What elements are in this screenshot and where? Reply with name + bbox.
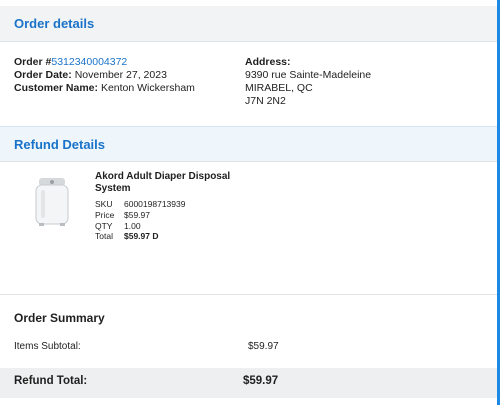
customer-name-value: Kenton Wickersham [100, 82, 195, 94]
price-label: Price [95, 209, 115, 220]
price-value: $59.97 [124, 209, 150, 220]
sku-row: SKU 6000198713939 [95, 199, 185, 210]
refund-details-title: Refund Details [14, 137, 106, 152]
item-total-label: Total [95, 231, 113, 242]
order-date-value: November 27, 2023 [74, 69, 167, 81]
refund-total-label: Refund Total: [14, 375, 88, 387]
sku-value: 6000198713939 [124, 199, 186, 209]
order-number-row: Order #5312340004372 [14, 56, 195, 69]
customer-name-row: Customer Name: Kenton Wickersham [14, 82, 195, 95]
diaper-disposal-bin-icon [35, 178, 69, 226]
address-block: Address: 9390 rue Sainte-Madeleine MIRAB… [245, 56, 371, 108]
order-date-row: Order Date: November 27, 2023 [14, 69, 195, 82]
item-specs: SKU 6000198713939 Price $59.97 QTY 1.00 … [95, 199, 185, 242]
order-details-header: Order details [0, 6, 497, 42]
items-subtotal-label: Items Subtotal: [14, 341, 81, 352]
qty-value: 1.00 [124, 220, 141, 231]
address-line: J7N 2N2 [245, 95, 286, 107]
item-title: Akord Adult Diaper Disposal System [95, 171, 231, 194]
order-date-label: Order Date: [14, 69, 72, 81]
item-total-value: $59.97 D [124, 231, 159, 242]
address-line: MIRABEL, QC [245, 82, 313, 94]
address-line: 9390 rue Sainte-Madeleine [245, 69, 372, 81]
total-row: Total $59.97 D [95, 231, 185, 242]
items-subtotal-value: $59.97 [248, 341, 279, 352]
order-summary-title: Order Summary [14, 311, 105, 325]
product-image [30, 172, 74, 230]
section-divider [0, 294, 497, 295]
refund-total-value: $59.97 [243, 375, 279, 387]
order-number-link[interactable]: 5312340004372 [51, 56, 127, 68]
customer-name-label: Customer Name: [14, 82, 99, 94]
qty-label: QTY [95, 220, 113, 231]
qty-row: QTY 1.00 [95, 221, 185, 232]
price-row: Price $59.97 [95, 210, 185, 221]
order-number-label: Order # [14, 56, 52, 68]
address-label: Address: [245, 56, 291, 68]
order-info: Order #5312340004372 Order Date: Novembe… [14, 56, 195, 95]
refund-details-header: Refund Details [0, 126, 497, 162]
order-details-title: Order details [14, 16, 95, 31]
sku-label: SKU [95, 199, 113, 209]
